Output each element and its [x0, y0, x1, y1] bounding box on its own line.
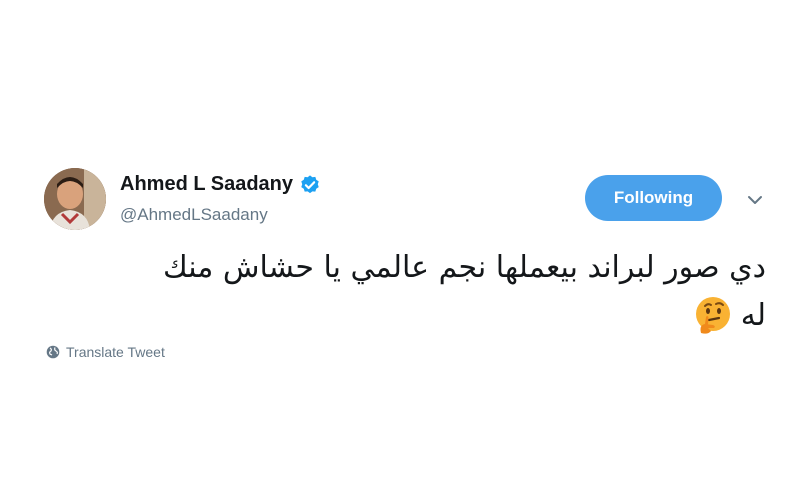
chevron-down-icon[interactable]	[745, 190, 765, 210]
display-name[interactable]: Ahmed L Saadany	[120, 173, 293, 196]
avatar[interactable]	[44, 168, 106, 230]
translate-tweet-link[interactable]: Translate Tweet	[46, 344, 165, 360]
verified-badge-icon	[301, 174, 319, 193]
tweet-text: دي صور لبراند بيعملها نجم عالمي يا حشاش …	[46, 244, 766, 340]
avatar-photo	[44, 168, 106, 230]
tweet-text-line-2-text: له	[740, 298, 766, 333]
following-button[interactable]: Following	[585, 175, 722, 221]
translate-tweet-label: Translate Tweet	[66, 344, 165, 360]
user-handle[interactable]: @AhmedLSaadany	[120, 205, 268, 225]
tweet-card: Ahmed L Saadany @AhmedLSaadany Following…	[0, 0, 800, 500]
thinking-face-icon	[695, 297, 730, 334]
tweet-text-line-1: دي صور لبراند بيعملها نجم عالمي يا حشاش …	[162, 250, 766, 285]
globe-icon	[46, 345, 60, 359]
tweet-text-line-2: له	[46, 292, 766, 340]
user-name-row: Ahmed L Saadany	[120, 173, 321, 196]
